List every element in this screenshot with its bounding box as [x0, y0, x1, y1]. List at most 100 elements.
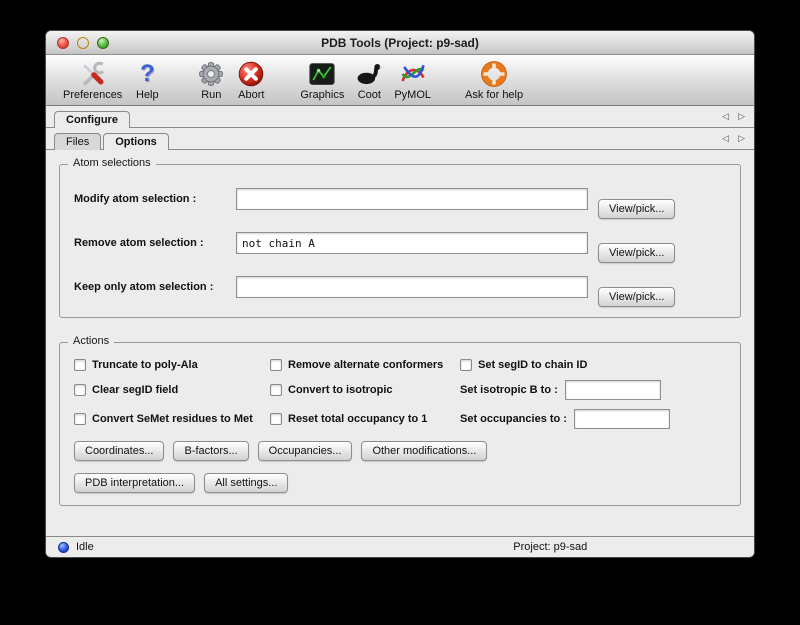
- field-label: Set occupancies to :: [460, 413, 567, 425]
- group-title: Atom selections: [68, 157, 156, 169]
- field-label: Set isotropic B to :: [460, 384, 558, 396]
- remove-selection-label: Remove atom selection :: [74, 237, 236, 249]
- checkbox-box[interactable]: [74, 384, 86, 396]
- bfactors-button[interactable]: B-factors...: [173, 441, 248, 461]
- coot-bird-icon: [354, 59, 384, 89]
- toolbar-label: Graphics: [300, 89, 344, 102]
- convert-isotropic-checkbox[interactable]: Convert to isotropic: [270, 384, 460, 396]
- preferences-icon: [78, 59, 108, 89]
- modify-viewpick-button[interactable]: View/pick...: [598, 199, 675, 219]
- set-isotropic-b-input[interactable]: [565, 380, 661, 400]
- graphics-icon: [307, 59, 337, 89]
- truncate-polyala-checkbox[interactable]: Truncate to poly-Ala: [74, 359, 270, 371]
- outer-tabstrip: Configure ◁ ▷: [46, 106, 754, 128]
- checkbox-label: Truncate to poly-Ala: [92, 359, 198, 371]
- tab-configure[interactable]: Configure: [54, 111, 130, 128]
- remove-selection-input[interactable]: [236, 232, 588, 254]
- keep-selection-row: Keep only atom selection : View/pick...: [74, 265, 726, 309]
- status-indicator-icon: [58, 542, 69, 553]
- traffic-lights: [57, 31, 109, 54]
- tab-nav-left-icon[interactable]: ◁: [722, 133, 729, 144]
- pdb-interpretation-button[interactable]: PDB interpretation...: [74, 473, 195, 493]
- zoom-button[interactable]: [97, 37, 109, 49]
- atom-selections-group: Atom selections Modify atom selection : …: [59, 164, 741, 318]
- tab-nav-right-icon[interactable]: ▷: [738, 133, 745, 144]
- checkbox-label: Reset total occupancy to 1: [288, 413, 427, 425]
- checkbox-box[interactable]: [270, 359, 282, 371]
- remove-viewpick-button[interactable]: View/pick...: [598, 243, 675, 263]
- toolbar-ask-for-help[interactable]: Ask for help: [465, 59, 523, 102]
- checkbox-label: Set segID to chain ID: [478, 359, 587, 371]
- titlebar[interactable]: PDB Tools (Project: p9-sad): [46, 31, 754, 55]
- project-label: Project: p9-sad: [513, 541, 587, 553]
- remove-selection-row: Remove atom selection : View/pick...: [74, 221, 726, 265]
- checkbox-box[interactable]: [460, 359, 472, 371]
- other-modifications-button[interactable]: Other modifications...: [361, 441, 487, 461]
- actions-group: Actions Truncate to poly-Ala Remove alte…: [59, 342, 741, 506]
- modify-selection-label: Modify atom selection :: [74, 193, 236, 205]
- toolbar-label: Ask for help: [465, 89, 523, 102]
- statusbar: Idle Project: p9-sad: [46, 536, 754, 557]
- keep-viewpick-button[interactable]: View/pick...: [598, 287, 675, 307]
- pymol-icon: [398, 59, 428, 89]
- toolbar-help[interactable]: ? Help: [132, 59, 162, 102]
- occupancies-button[interactable]: Occupancies...: [258, 441, 353, 461]
- window-title: PDB Tools (Project: p9-sad): [321, 36, 479, 50]
- tab-nav-left-icon[interactable]: ◁: [722, 111, 729, 122]
- lifebuoy-icon: [479, 59, 509, 89]
- group-title: Actions: [68, 335, 114, 347]
- checkbox-box[interactable]: [270, 413, 282, 425]
- tab-nav-right-icon[interactable]: ▷: [738, 111, 745, 122]
- close-button[interactable]: [57, 37, 69, 49]
- toolbar-pymol[interactable]: PyMOL: [394, 59, 431, 102]
- tab-nav-arrows: ◁ ▷: [722, 133, 745, 144]
- actions-buttons-row2: PDB interpretation... All settings...: [60, 473, 740, 493]
- toolbar-label: Run: [201, 89, 221, 102]
- toolbar-label: Coot: [358, 89, 381, 102]
- set-isotropic-b-field: Set isotropic B to :: [460, 380, 726, 400]
- toolbar-label: PyMOL: [394, 89, 431, 102]
- keep-selection-input[interactable]: [236, 276, 588, 298]
- checkbox-box[interactable]: [74, 359, 86, 371]
- inner-tabstrip: Files Options ◁ ▷: [46, 128, 754, 150]
- clear-segid-checkbox[interactable]: Clear segID field: [74, 384, 270, 396]
- keep-selection-label: Keep only atom selection :: [74, 281, 236, 293]
- checkbox-label: Clear segID field: [92, 384, 178, 396]
- reset-occupancy-checkbox[interactable]: Reset total occupancy to 1: [270, 413, 460, 425]
- toolbar: Preferences ? Help: [46, 55, 754, 106]
- actions-buttons-row1: Coordinates... B-factors... Occupancies.…: [60, 441, 740, 461]
- toolbar-graphics[interactable]: Graphics: [300, 59, 344, 102]
- checkbox-label: Remove alternate conformers: [288, 359, 443, 371]
- toolbar-label: Abort: [238, 89, 264, 102]
- set-segid-chainid-checkbox[interactable]: Set segID to chain ID: [460, 359, 726, 371]
- toolbar-preferences[interactable]: Preferences: [63, 59, 122, 102]
- convert-semet-checkbox[interactable]: Convert SeMet residues to Met: [74, 413, 270, 425]
- checkbox-box[interactable]: [270, 384, 282, 396]
- tab-files[interactable]: Files: [54, 133, 101, 150]
- abort-icon: [236, 59, 266, 89]
- toolbar-run[interactable]: Run: [196, 59, 226, 102]
- tab-options[interactable]: Options: [103, 133, 169, 150]
- all-settings-button[interactable]: All settings...: [204, 473, 288, 493]
- set-occupancies-input[interactable]: [574, 409, 670, 429]
- status-text: Idle: [76, 541, 94, 553]
- tab-nav-arrows: ◁ ▷: [722, 111, 745, 122]
- remove-alt-conformers-checkbox[interactable]: Remove alternate conformers: [270, 359, 460, 371]
- toolbar-coot[interactable]: Coot: [354, 59, 384, 102]
- checkbox-box[interactable]: [74, 413, 86, 425]
- run-gear-icon: [196, 59, 226, 89]
- options-panel: Atom selections Modify atom selection : …: [46, 150, 754, 536]
- modify-selection-row: Modify atom selection : View/pick...: [74, 177, 726, 221]
- help-icon: ?: [132, 59, 162, 89]
- actions-grid: Truncate to poly-Ala Remove alternate co…: [60, 355, 740, 429]
- toolbar-label: Preferences: [63, 89, 122, 102]
- toolbar-label: Help: [136, 89, 159, 102]
- pdb-tools-window: PDB Tools (Project: p9-sad) Preferences …: [45, 30, 755, 558]
- checkbox-label: Convert to isotropic: [288, 384, 393, 396]
- coordinates-button[interactable]: Coordinates...: [74, 441, 164, 461]
- toolbar-abort[interactable]: Abort: [236, 59, 266, 102]
- minimize-button[interactable]: [77, 37, 89, 49]
- set-occupancies-field: Set occupancies to :: [460, 409, 726, 429]
- modify-selection-input[interactable]: [236, 188, 588, 210]
- checkbox-label: Convert SeMet residues to Met: [92, 413, 253, 425]
